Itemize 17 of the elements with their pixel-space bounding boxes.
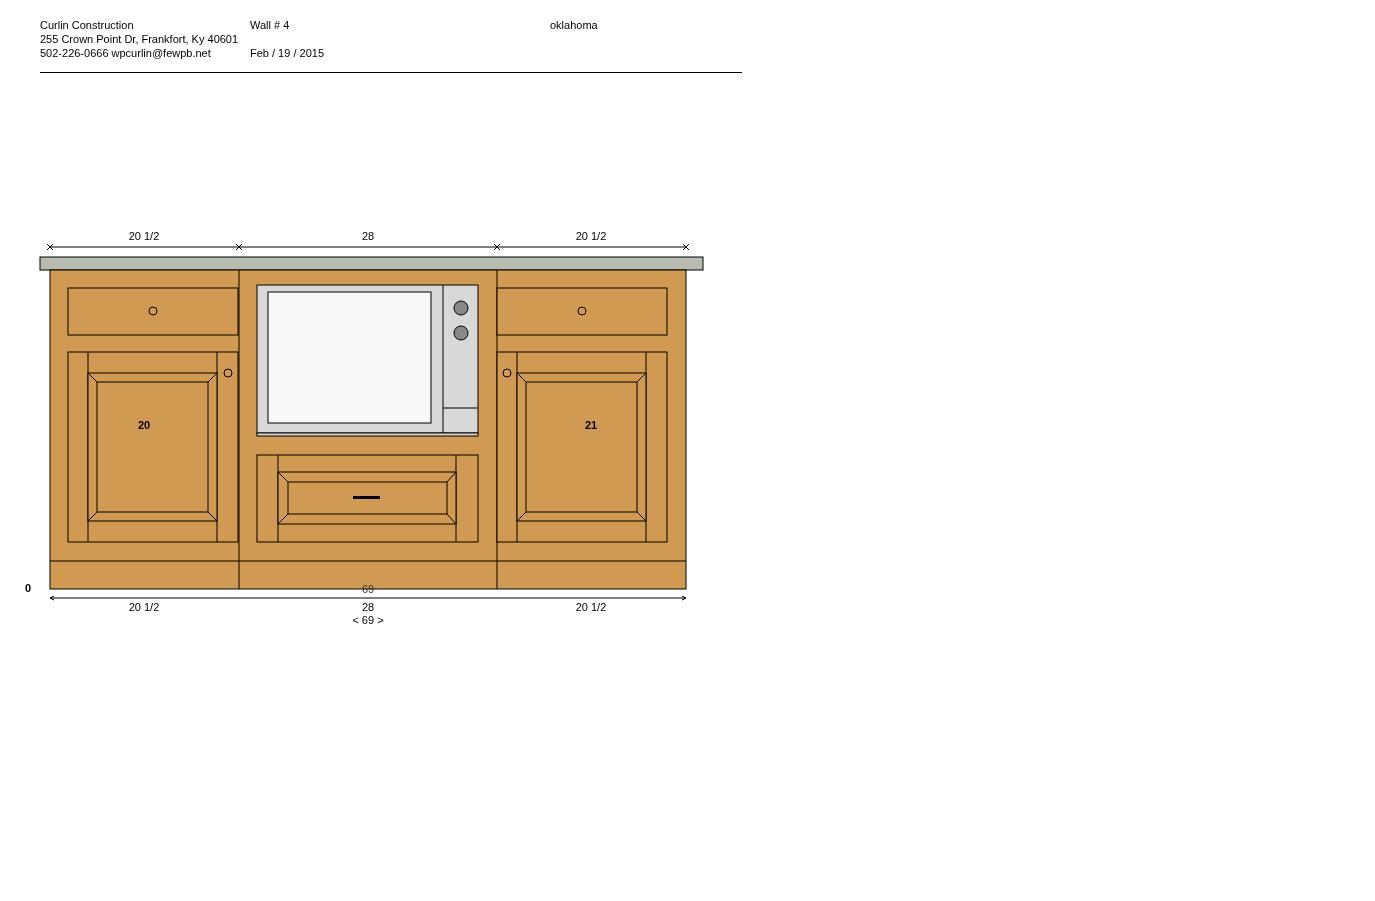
location-name: oklahoma	[550, 18, 598, 32]
drawing-date: Feb / 19 / 2015	[250, 46, 325, 60]
dimension-label: 20 1/2	[128, 230, 160, 242]
origin-label: 0	[24, 582, 32, 594]
dimension-label: 28	[361, 601, 375, 613]
overall-dimension-label: < 69 >	[352, 614, 384, 626]
wall-number: Wall # 4	[250, 18, 291, 32]
overall-width-label: 69	[361, 583, 375, 595]
company-contact: 502-226-0666 wpcurlin@fewpb.net	[40, 46, 212, 60]
cabinet-number: 20	[137, 419, 151, 431]
dimension-label: 20 1/2	[128, 601, 160, 613]
dimension-label: 28	[361, 230, 375, 242]
dimension-label: 20 1/2	[575, 230, 607, 242]
company-address: 255 Crown Point Dr, Frankfort, Ky 40601	[40, 32, 240, 46]
company-name: Curlin Construction	[40, 18, 135, 32]
dimension-label: 20 1/2	[575, 601, 607, 613]
cabinet-number: 21	[584, 419, 598, 431]
